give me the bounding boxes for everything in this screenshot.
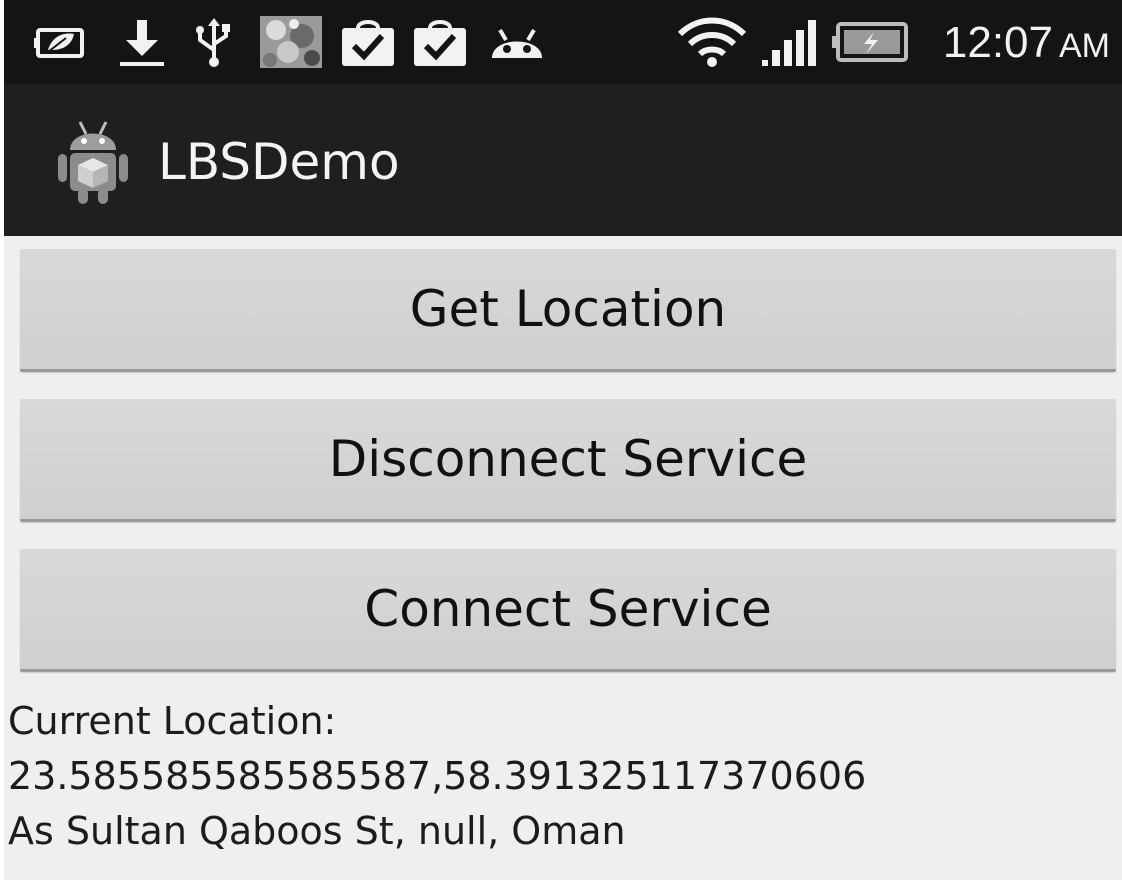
action-bar: LBSDemo — [4, 84, 1122, 236]
android-icon — [492, 28, 542, 58]
connect-service-button[interactable]: Connect Service — [20, 549, 1116, 672]
android-app-icon[interactable] — [56, 116, 130, 206]
shopping-bag-check-icon — [342, 20, 394, 66]
photo-thumbnail-icon — [260, 16, 322, 68]
usb-icon — [196, 18, 230, 67]
clock-time: 12:07 — [942, 18, 1053, 67]
status-bar: 12:07 AM — [4, 0, 1122, 84]
shopping-bag-check-icon — [414, 20, 466, 66]
app-title: LBSDemo — [158, 133, 400, 191]
download-icon — [120, 20, 164, 66]
location-coordinates: 23.585585585585587,58.391325117370606 — [8, 754, 867, 798]
location-label: Current Location: — [8, 699, 337, 743]
battery-charging-icon — [832, 22, 908, 62]
wifi-icon — [677, 17, 747, 67]
get-location-button[interactable]: Get Location — [20, 249, 1116, 372]
battery-saver-icon — [34, 28, 84, 58]
location-output: Current Location: 23.585585585585587,58.… — [8, 694, 866, 859]
disconnect-service-button[interactable]: Disconnect Service — [20, 399, 1116, 522]
location-address: As Sultan Qaboos St, null, Oman — [8, 809, 626, 853]
status-clock: 12:07 AM — [943, 18, 1110, 71]
signal-icon — [762, 20, 816, 66]
clock-ampm: AM — [1059, 27, 1110, 65]
phone-screen: 12:07 AM LBSDemo Get Location Disconnect… — [4, 0, 1122, 880]
